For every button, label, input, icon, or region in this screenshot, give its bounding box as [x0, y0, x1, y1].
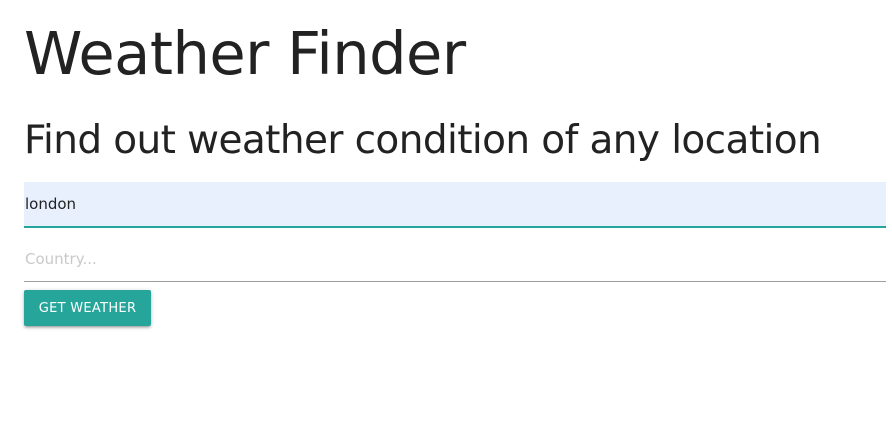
page-subtitle: Find out weather condition of any locati… [24, 118, 822, 163]
page-title: Weather Finder [24, 19, 466, 88]
get-weather-button[interactable]: GET WEATHER [24, 290, 151, 326]
country-input[interactable] [24, 236, 886, 282]
weather-finder-page: Weather Finder Find out weather conditio… [0, 0, 892, 423]
city-input[interactable] [24, 182, 886, 228]
